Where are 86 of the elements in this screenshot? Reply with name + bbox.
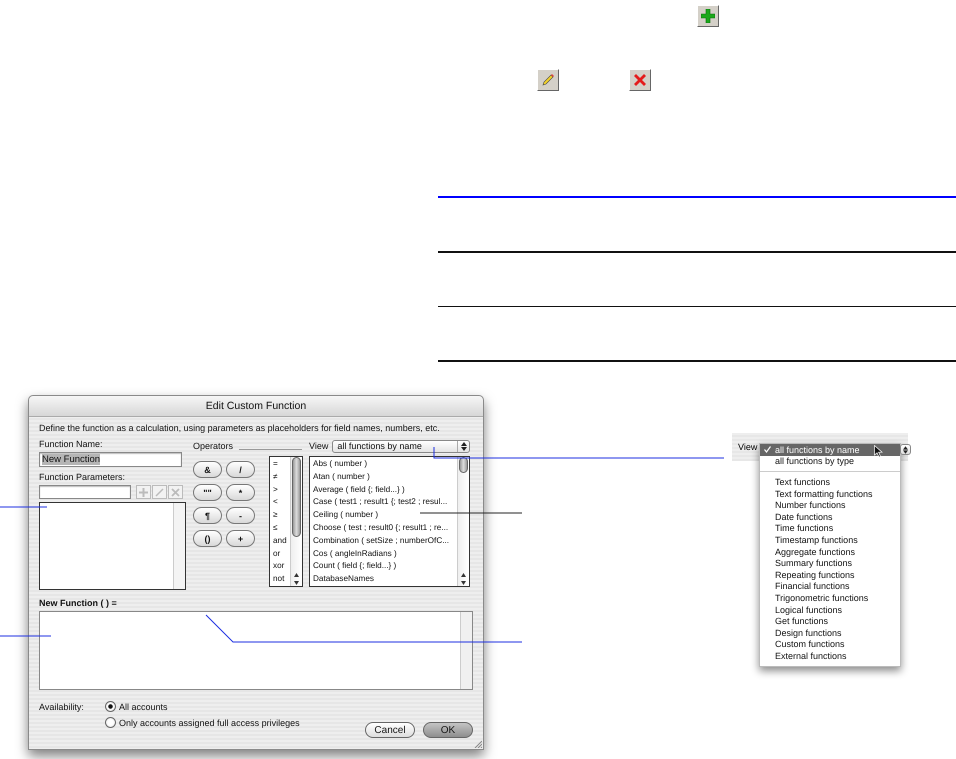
operator-button[interactable]: /: [226, 461, 255, 478]
pencil-icon: [155, 488, 164, 496]
view-dropdown[interactable]: all functions by name: [332, 440, 470, 452]
menu-item[interactable]: Repeating functions: [760, 568, 900, 581]
operator-item[interactable]: ≥: [273, 509, 287, 522]
menu-item[interactable]: Custom functions: [760, 638, 900, 650]
scroll-arrows-icon[interactable]: [460, 572, 467, 586]
check-icon: [764, 446, 771, 453]
operator-button[interactable]: &: [193, 461, 222, 478]
function-item[interactable]: Average ( field {; field...} ): [313, 484, 454, 496]
operator-button[interactable]: "": [193, 484, 222, 501]
operator-button[interactable]: *: [226, 484, 255, 501]
operator-button[interactable]: ¶: [193, 507, 222, 524]
menu-item[interactable]: Aggregate functions: [760, 546, 900, 558]
function-item[interactable]: DatabaseNames: [313, 573, 454, 586]
menu-item[interactable]: Timestamp functions: [760, 534, 900, 546]
stepper-icon: [460, 442, 466, 450]
operator-button[interactable]: +: [226, 530, 255, 547]
radio-button[interactable]: [105, 717, 116, 728]
scroll-arrows-icon[interactable]: [292, 572, 300, 586]
function-item[interactable]: Cos ( angleInRadians ): [313, 548, 454, 560]
leader-line: [0, 506, 48, 508]
operator-item[interactable]: >: [273, 484, 287, 496]
function-item[interactable]: Atan ( number ): [313, 470, 454, 484]
ok-button[interactable]: OK: [423, 722, 473, 738]
functions-list[interactable]: [309, 456, 470, 587]
menu-item[interactable]: Trigonometric functions: [760, 592, 900, 604]
menu-item[interactable]: Logical functions: [760, 604, 900, 616]
plus-icon: [701, 9, 715, 23]
menu-item[interactable]: External functions: [760, 650, 900, 662]
operator-item[interactable]: <: [273, 496, 287, 510]
function-item[interactable]: Ceiling ( number ): [313, 509, 454, 522]
operator-item[interactable]: =: [273, 458, 287, 471]
operator-button[interactable]: -: [226, 507, 255, 524]
menu-item[interactable]: Date functions: [760, 510, 900, 523]
menu-item[interactable]: Text functions: [760, 476, 900, 488]
resize-grip-icon[interactable]: [474, 740, 482, 748]
operator-button[interactable]: (): [193, 530, 222, 547]
operator-item[interactable]: and: [273, 534, 287, 548]
radio-label: Only accounts assigned full access privileges: [119, 718, 300, 728]
delete-button[interactable]: [629, 69, 651, 91]
formula-label: New Function ( ) =: [39, 598, 118, 608]
function-item[interactable]: Combination ( setSize ; numberOfC...: [313, 534, 454, 548]
parameters-list[interactable]: [39, 502, 186, 590]
description-text: Define the function as a calculation, using parameters as placeholders for field names, numbers, etc.: [39, 423, 441, 433]
menu-item[interactable]: Text formatting functions: [760, 488, 900, 500]
availability-label: Availability:: [39, 702, 85, 714]
operator-item[interactable]: ≠: [273, 470, 287, 484]
menu-item[interactable]: Time functions: [760, 522, 900, 534]
radio-button[interactable]: [105, 701, 116, 712]
edit-button[interactable]: [537, 69, 559, 91]
stepper-icon[interactable]: [900, 444, 911, 455]
scroll-thumb[interactable]: [459, 457, 468, 473]
scroll-thumb[interactable]: [292, 457, 301, 537]
operator-item[interactable]: or: [273, 548, 287, 560]
function-item[interactable]: Case ( test1 ; result1 {; test2 ; resul...: [313, 496, 454, 510]
cancel-button[interactable]: Cancel: [365, 722, 415, 738]
function-item[interactable]: Abs ( number ): [313, 458, 454, 471]
dialog-title: Edit Custom Function: [206, 400, 306, 412]
menu-item[interactable]: Design functions: [760, 626, 900, 638]
operator-item[interactable]: not: [273, 573, 287, 586]
view-label: View: [738, 442, 758, 452]
close-icon: [633, 73, 647, 87]
function-item[interactable]: Choose ( test ; result0 {; result1 ; re...: [313, 522, 454, 535]
menu-item[interactable]: Financial functions: [760, 580, 900, 592]
calculation-field[interactable]: [39, 611, 473, 690]
radio-label: All accounts: [119, 702, 168, 712]
parameter-field[interactable]: [39, 485, 131, 499]
close-icon: [171, 488, 180, 496]
function-item[interactable]: Count ( field {; field...} ): [313, 560, 454, 574]
operator-list[interactable]: = ≠ > < ≥ ≤ and or xor not: [269, 456, 303, 587]
plus-icon: [139, 488, 148, 496]
menu-item[interactable]: Number functions: [760, 499, 900, 511]
view-label: View: [309, 441, 328, 451]
add-button[interactable]: [697, 5, 719, 27]
menu-item[interactable]: all functions by name: [760, 444, 900, 456]
pencil-icon: [541, 73, 555, 87]
field-label: Function Parameters:: [39, 472, 126, 482]
field-label: Function Name:: [39, 439, 104, 449]
menu-item[interactable]: all functions by type: [760, 456, 900, 468]
section-label: Operators: [193, 441, 234, 451]
operator-item[interactable]: xor: [273, 560, 287, 574]
operator-item[interactable]: ≤: [273, 522, 287, 535]
function-name-field[interactable]: New Function: [39, 452, 182, 467]
menu-item[interactable]: Summary functions: [760, 557, 900, 569]
menu-item[interactable]: Get functions: [760, 615, 900, 627]
